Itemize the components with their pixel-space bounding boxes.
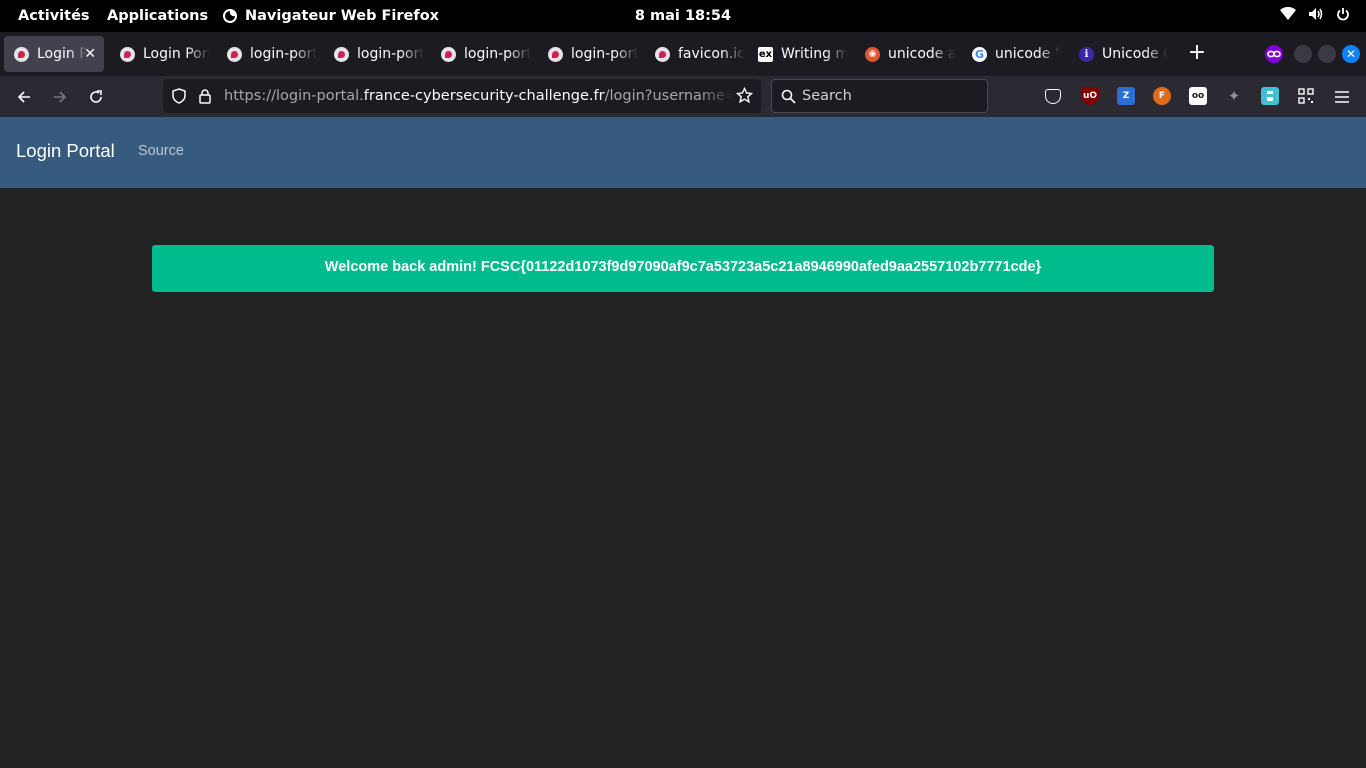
tab-label: Login Portal xyxy=(37,46,87,62)
system-top-bar: Activités Applications Navigateur Web Fi… xyxy=(0,0,1366,32)
save-icon[interactable] xyxy=(1261,87,1279,105)
fcsc-favicon-icon xyxy=(655,46,670,62)
fcsc-favicon-icon xyxy=(441,46,456,62)
url-prefix: https://login-portal. xyxy=(224,88,364,104)
site-brand[interactable]: Login Portal xyxy=(16,117,115,185)
app-name-label: Navigateur Web Firefox xyxy=(245,8,440,24)
power-icon xyxy=(1337,8,1349,21)
tab-unicode-c[interactable]: i Unicode C xyxy=(1069,36,1169,72)
url-host: france-cybersecurity-challenge.fr xyxy=(363,88,605,104)
hamburger-menu-icon xyxy=(1335,91,1349,103)
close-window-button[interactable]: ✕ xyxy=(1342,45,1360,63)
tab-login-portal-2[interactable]: login-portal xyxy=(217,36,317,72)
new-tab-button[interactable]: + xyxy=(1186,42,1208,66)
back-arrow-icon xyxy=(17,91,30,103)
bookmark-star-icon[interactable] xyxy=(736,87,753,104)
forward-arrow-icon xyxy=(54,91,67,103)
lock-icon[interactable] xyxy=(198,88,212,104)
tab-unicode-google[interactable]: G unicode "i xyxy=(962,36,1062,72)
tab-favicon[interactable]: favicon.ico xyxy=(645,36,745,72)
reload-button[interactable] xyxy=(83,84,109,110)
forward-button[interactable] xyxy=(47,84,73,110)
navigation-toolbar: https://login-portal.france-cybersecurit… xyxy=(0,76,1366,117)
firefox-icon xyxy=(223,9,237,23)
tab-label: login-portal xyxy=(250,46,317,62)
qr-icon[interactable] xyxy=(1297,87,1315,105)
google-favicon-icon: G xyxy=(972,46,987,62)
app-menu-firefox[interactable]: Navigateur Web Firefox xyxy=(222,0,439,32)
puzzle-icon[interactable]: ✦ xyxy=(1225,87,1243,105)
maximize-window-button[interactable] xyxy=(1318,45,1336,63)
tab-writing[interactable]: ex Writing m xyxy=(748,36,848,72)
tracking-protection-shield-icon[interactable] xyxy=(171,88,187,104)
clock[interactable]: 8 mai 18:54 xyxy=(635,8,731,24)
minimize-window-button[interactable] xyxy=(1294,45,1312,63)
wifi-icon xyxy=(1280,7,1296,20)
search-bar[interactable]: Search xyxy=(771,79,988,113)
tab-label: Login Portal xyxy=(143,46,210,62)
source-link[interactable]: Source xyxy=(138,117,184,185)
activities-button[interactable]: Activités xyxy=(18,0,90,32)
back-button[interactable] xyxy=(11,84,37,110)
duckduckgo-favicon-icon: ◉ xyxy=(865,46,880,62)
tab-login-portal-5[interactable]: login-portal xyxy=(538,36,638,72)
exchange-favicon-icon: ex xyxy=(758,46,773,62)
tab-label: Writing m xyxy=(781,46,848,62)
tab-login-portal-3[interactable]: login-portal xyxy=(324,36,424,72)
system-tray[interactable] xyxy=(1280,7,1350,21)
tab-label: unicode a xyxy=(888,46,955,62)
tab-label: favicon.ico xyxy=(678,46,745,62)
zotero-icon[interactable]: Z xyxy=(1117,87,1135,105)
fcsc-favicon-icon xyxy=(227,46,242,62)
url-path: /login?username=admin xyxy=(604,88,734,104)
tab-label: Unicode C xyxy=(1102,46,1168,62)
fcsc-favicon-icon xyxy=(120,46,135,62)
success-alert: Welcome back admin! FCSC{01122d1073f9d97… xyxy=(152,245,1214,292)
site-navbar: Login Portal Source xyxy=(0,117,1366,188)
tab-label: login-portal xyxy=(357,46,424,62)
tab-label: unicode "i xyxy=(995,46,1061,62)
tab-login-portal-active[interactable]: Login Portal ✕ xyxy=(4,36,104,72)
search-placeholder: Search xyxy=(802,88,852,104)
ublock-icon[interactable]: uO xyxy=(1081,87,1099,105)
pocket-icon[interactable] xyxy=(1045,89,1061,104)
address-bar[interactable]: https://login-portal.france-cybersecurit… xyxy=(163,79,761,113)
tab-unicode-ddg[interactable]: ◉ unicode a xyxy=(855,36,955,72)
info-favicon-icon: i xyxy=(1079,46,1094,62)
close-tab-icon[interactable]: ✕ xyxy=(84,46,96,62)
tab-login-portal-4[interactable]: login-portal xyxy=(431,36,531,72)
hamburger-menu-button[interactable] xyxy=(1329,84,1355,110)
fcsc-favicon-icon xyxy=(14,46,29,62)
tab-label: login-portal xyxy=(464,46,531,62)
tab-label: login-portal xyxy=(571,46,638,62)
applications-menu[interactable]: Applications xyxy=(107,0,208,32)
url-text[interactable]: https://login-portal.france-cybersecurit… xyxy=(224,79,734,113)
wappalyzer-icon[interactable]: oo xyxy=(1189,87,1207,105)
web-page: Login Portal Source Welcome back admin! … xyxy=(0,117,1366,768)
reload-icon xyxy=(90,90,102,103)
tab-login-portal[interactable]: Login Portal xyxy=(110,36,210,72)
tab-strip: Login Portal ✕ Login Portal login-portal… xyxy=(0,32,1366,76)
foxyproxy-icon[interactable]: F xyxy=(1153,87,1171,105)
volume-icon xyxy=(1309,8,1323,20)
fcsc-favicon-icon xyxy=(334,46,349,62)
fcsc-favicon-icon xyxy=(548,46,563,62)
search-icon xyxy=(781,89,796,104)
private-browsing-mask-icon xyxy=(1265,45,1283,63)
